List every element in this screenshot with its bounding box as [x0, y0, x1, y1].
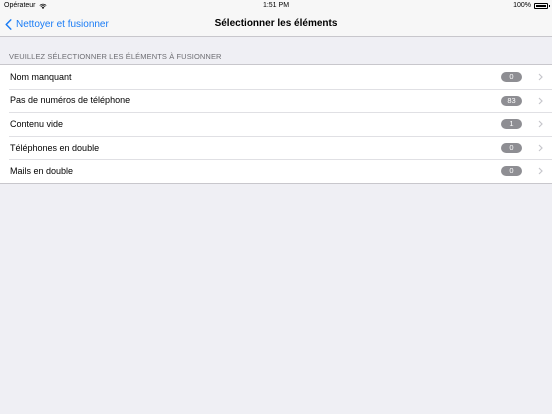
- status-right: 100%: [513, 0, 550, 12]
- page-title: Sélectionner les éléments: [214, 18, 338, 29]
- chevron-right-icon: [538, 144, 543, 152]
- list-item-label: Nom manquant: [10, 71, 72, 82]
- chevron-right-icon: [538, 97, 543, 105]
- merge-items-list: Nom manquant 0 Pas de numéros de télépho…: [0, 64, 552, 184]
- list-item-duplicate-emails[interactable]: Mails en double 0: [0, 159, 552, 183]
- count-badge: 83: [501, 95, 522, 106]
- status-bar: Opérateur 1:51 PM 100%: [0, 0, 552, 12]
- navigation-bar: Nettoyer et fusionner Sélectionner les é…: [0, 12, 552, 37]
- chevron-right-icon: [538, 167, 543, 175]
- list-item-missing-name[interactable]: Nom manquant 0: [0, 65, 552, 89]
- count-badge: 1: [501, 119, 522, 130]
- list-item-label: Contenu vide: [10, 118, 64, 129]
- list-item-label: Mails en double: [10, 166, 74, 177]
- chevron-right-icon: [538, 73, 543, 81]
- count-badge: 0: [501, 72, 522, 82]
- list-item-label: Pas de numéros de téléphone: [10, 95, 131, 106]
- list-item-label: Téléphones en double: [10, 142, 100, 153]
- list-item-no-phone[interactable]: Pas de numéros de téléphone 83: [0, 88, 552, 113]
- chevron-right-icon: [538, 120, 543, 128]
- count-badge: 0: [501, 166, 522, 177]
- list-item-duplicate-phones[interactable]: Téléphones en double 0: [0, 135, 552, 160]
- list-item-empty-content[interactable]: Contenu vide 1: [0, 112, 552, 136]
- section-header: VEUILLEZ SÉLECTIONNER LES ÉLÉMENTS À FUS…: [9, 52, 222, 61]
- battery-icon: [534, 3, 550, 9]
- count-badge: 0: [501, 142, 522, 153]
- status-time: 1:51 PM: [262, 2, 290, 9]
- battery-fill: [536, 5, 546, 7]
- battery-percentage: 100%: [513, 2, 531, 9]
